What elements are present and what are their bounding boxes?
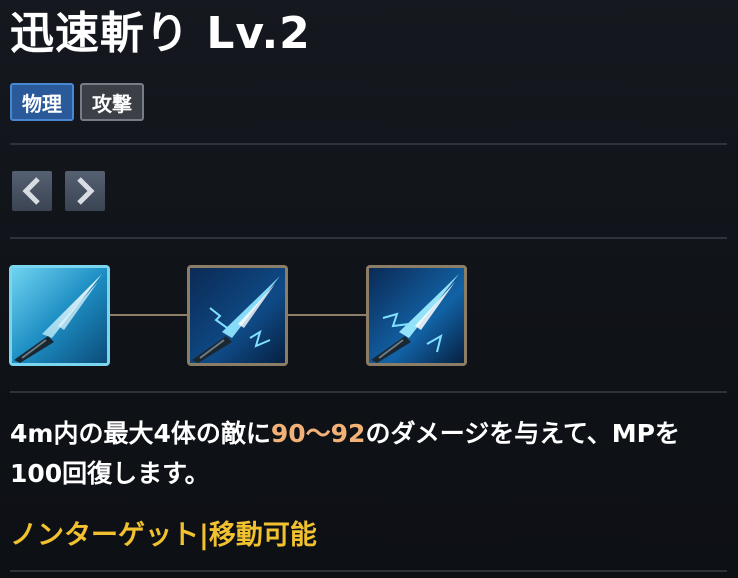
skill-description: 4m内の最大4体の敵に90～92のダメージを与えて、MPを100回復します。 [10,414,710,494]
skill-tags: 物理 攻撃 [10,83,144,121]
description-text: 4m内の最大4体の敵に [10,419,271,448]
tag-attack: 攻撃 [80,83,144,121]
damage-value: 90～92 [270,419,366,448]
divider [10,237,727,239]
divider [10,570,727,572]
skill-level-1-icon[interactable] [9,265,110,366]
skill-level-3-icon[interactable] [366,265,467,366]
skill-level-2-icon[interactable] [187,265,288,366]
level-connector [110,314,188,316]
level-connector [288,314,367,316]
divider [10,391,727,393]
divider [10,143,727,145]
skill-properties: ノンターゲット|移動可能 [10,520,317,551]
chevron-left-icon [22,177,40,205]
chevron-right-icon [77,177,95,205]
prev-button[interactable] [12,171,52,211]
skill-title: 迅速斬り Lv.2 [10,8,311,59]
tag-physical: 物理 [10,83,74,121]
next-button[interactable] [65,171,105,211]
